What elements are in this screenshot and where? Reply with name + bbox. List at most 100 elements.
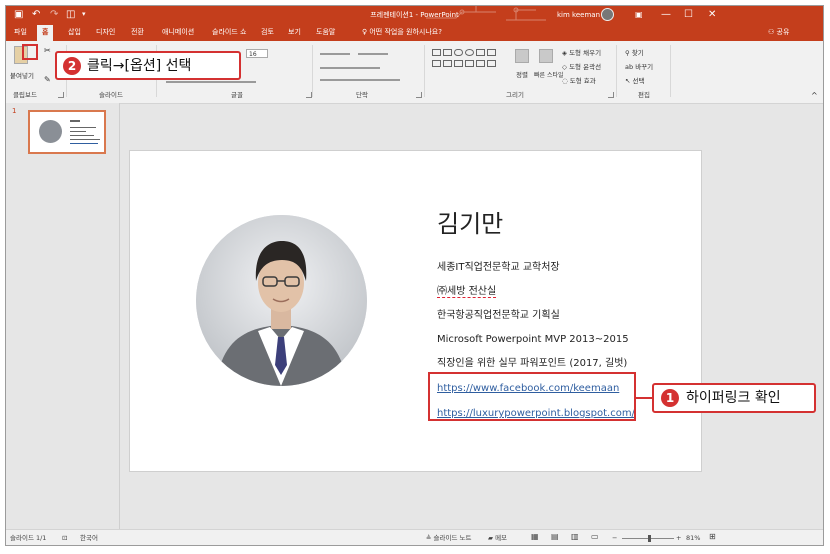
profile-name[interactable]: 김기만 xyxy=(437,209,503,239)
comments-label: 메모 xyxy=(495,534,508,542)
shape-effects-label: 도형 효과 xyxy=(569,77,596,85)
maximize-icon[interactable]: ☐ xyxy=(684,8,693,21)
rectangle-shape-icon[interactable] xyxy=(443,49,452,56)
share-button[interactable]: ⚇ 공유 xyxy=(768,27,789,38)
step1-callout: 1 하이퍼링크 확인 xyxy=(652,383,816,413)
text-direction-icons[interactable] xyxy=(320,79,400,81)
profile-line-5[interactable]: 직장인을 위한 실무 파워포인트 (2017, 길벗) xyxy=(437,357,627,371)
profile-line-2[interactable]: ㈜세방 전산실 xyxy=(437,285,497,299)
collapse-ribbon-icon[interactable]: ^ xyxy=(811,91,818,100)
thumbnail-line xyxy=(70,143,98,144)
arrange-label[interactable]: 정렬 xyxy=(516,71,528,80)
brace-shape-icon[interactable] xyxy=(454,60,463,67)
profile-photo[interactable] xyxy=(196,215,367,386)
group-editing: 편집 xyxy=(638,91,650,99)
share-label: 공유 xyxy=(776,28,790,36)
tab-transitions[interactable]: 전환 xyxy=(131,27,144,38)
rounded-rect-shape-icon[interactable] xyxy=(454,49,463,56)
quick-styles-icon[interactable] xyxy=(539,49,553,63)
align-icons[interactable] xyxy=(320,67,380,69)
file-tab-highlight xyxy=(22,44,38,60)
arrow-shape-icon[interactable] xyxy=(432,60,441,67)
normal-view-icon[interactable]: ▦ xyxy=(531,532,539,542)
ribbon-display-options-icon[interactable]: ▣ xyxy=(635,8,643,21)
step2-number-badge: 2 xyxy=(63,56,81,75)
tab-file[interactable]: 파일 xyxy=(14,27,27,38)
cut-icon[interactable]: ✂ xyxy=(44,46,51,55)
callout-shape-icon[interactable] xyxy=(465,60,474,67)
divider xyxy=(424,45,425,97)
search-icon: ⚲ xyxy=(625,49,632,57)
zoom-slider-thumb[interactable] xyxy=(648,535,651,542)
thumbnail-line xyxy=(70,120,80,122)
close-icon[interactable]: ✕ xyxy=(708,8,716,21)
star-shape-icon[interactable] xyxy=(443,60,452,67)
clipboard-launcher-icon[interactable] xyxy=(58,92,64,98)
profile-line-3[interactable]: 한국항공직업전문학교 기획실 xyxy=(437,309,560,323)
replace-button[interactable]: ab 바꾸기 xyxy=(625,63,653,72)
user-avatar[interactable] xyxy=(601,8,614,21)
select-button[interactable]: ↖ 선택 xyxy=(625,77,644,86)
notes-button[interactable]: ≜ 슬라이드 노트 xyxy=(426,533,471,543)
shape-fill-label: 도형 채우기 xyxy=(569,49,602,57)
paragraph-launcher-icon[interactable] xyxy=(416,92,422,98)
notes-icon: ≜ xyxy=(426,534,434,542)
zoom-out-icon[interactable]: − xyxy=(612,533,617,543)
group-font: 글꼴 xyxy=(231,91,243,99)
tab-animations[interactable]: 애니메이션 xyxy=(162,27,194,38)
slide-thumbnail-pane: 1 xyxy=(6,103,120,529)
line-shape-icon[interactable] xyxy=(487,49,496,56)
minimize-icon[interactable]: — xyxy=(661,8,671,21)
thumbnail-photo xyxy=(39,120,62,143)
thumbnail-line xyxy=(70,131,86,132)
comments-button[interactable]: ▰ 메모 xyxy=(488,533,507,543)
numbering-icon[interactable] xyxy=(358,53,388,55)
flowchart-shape-icon[interactable] xyxy=(476,60,485,67)
zoom-in-icon[interactable]: + xyxy=(676,533,681,543)
profile-line-4[interactable]: Microsoft Powerpoint MVP 2013~2015 xyxy=(437,333,629,347)
shape-effects-button[interactable]: ◌ 도형 효과 xyxy=(562,77,596,86)
tell-me-search[interactable]: ♀ 어떤 작업을 원하시나요? xyxy=(362,27,442,38)
find-button[interactable]: ⚲ 찾기 xyxy=(625,49,644,58)
profile-line-1[interactable]: 세종IT직업전문학교 교학처장 xyxy=(437,261,560,275)
fit-to-window-icon[interactable]: ⊞ xyxy=(709,532,716,542)
tab-view[interactable]: 보기 xyxy=(288,27,301,38)
oval-shape-icon[interactable] xyxy=(465,49,474,56)
slide-sorter-icon[interactable]: ▤ xyxy=(551,532,559,542)
tab-insert[interactable]: 삽입 xyxy=(68,27,81,38)
tab-design[interactable]: 디자인 xyxy=(96,27,115,38)
bullets-icon[interactable] xyxy=(320,53,350,55)
tab-slideshow[interactable]: 슬라이드 쇼 xyxy=(212,27,246,38)
shape-outline-label: 도형 윤곽선 xyxy=(569,63,602,71)
textbox-shape-icon[interactable] xyxy=(432,49,441,56)
tab-home[interactable]: 홈 xyxy=(37,25,54,41)
paste-label[interactable]: 붙여넣기 xyxy=(10,72,34,81)
slide-canvas[interactable]: 김기만 세종IT직업전문학교 교학처장 ㈜세방 전산실 한국항공직업전문학교 기… xyxy=(129,150,702,472)
group-paragraph: 단락 xyxy=(356,91,368,99)
arrange-icon[interactable] xyxy=(515,49,529,63)
divider xyxy=(616,45,617,97)
tab-review[interactable]: 검토 xyxy=(261,27,274,38)
format-painter-icon[interactable]: ✎ xyxy=(44,75,51,84)
reading-view-icon[interactable]: ▥ xyxy=(571,532,579,542)
step2-text: 클릭→[옵션] 선택 xyxy=(87,58,192,74)
quick-styles-label[interactable]: 빠른 스타일 xyxy=(534,71,564,80)
select-label: 선택 xyxy=(632,77,645,85)
thumbnail-line xyxy=(70,127,96,128)
tab-help[interactable]: 도움말 xyxy=(316,27,335,38)
slideshow-view-icon[interactable]: ▭ xyxy=(591,532,599,542)
language-indicator[interactable]: 한국어 xyxy=(80,533,98,543)
triangle-shape-icon[interactable] xyxy=(476,49,485,56)
drawing-launcher-icon[interactable] xyxy=(608,92,614,98)
slide-counter: 슬라이드 1/1 xyxy=(10,534,47,542)
user-name[interactable]: kim keeman xyxy=(557,9,600,21)
zoom-level[interactable]: 81% xyxy=(686,533,700,543)
slide-thumbnail[interactable] xyxy=(28,110,106,154)
window-title: 프레젠테이션1 - PowerPoint xyxy=(370,11,459,19)
shape-outline-button[interactable]: ◇ 도형 윤곽선 xyxy=(562,63,601,72)
more-shapes-icon[interactable] xyxy=(487,60,496,67)
spellcheck-icon[interactable]: ⊡ xyxy=(62,533,67,543)
select-icon: ↖ xyxy=(625,77,633,85)
shape-fill-button[interactable]: ◈ 도형 채우기 xyxy=(562,49,601,58)
profile-line-2-text: ㈜세방 전산실 xyxy=(437,286,497,298)
